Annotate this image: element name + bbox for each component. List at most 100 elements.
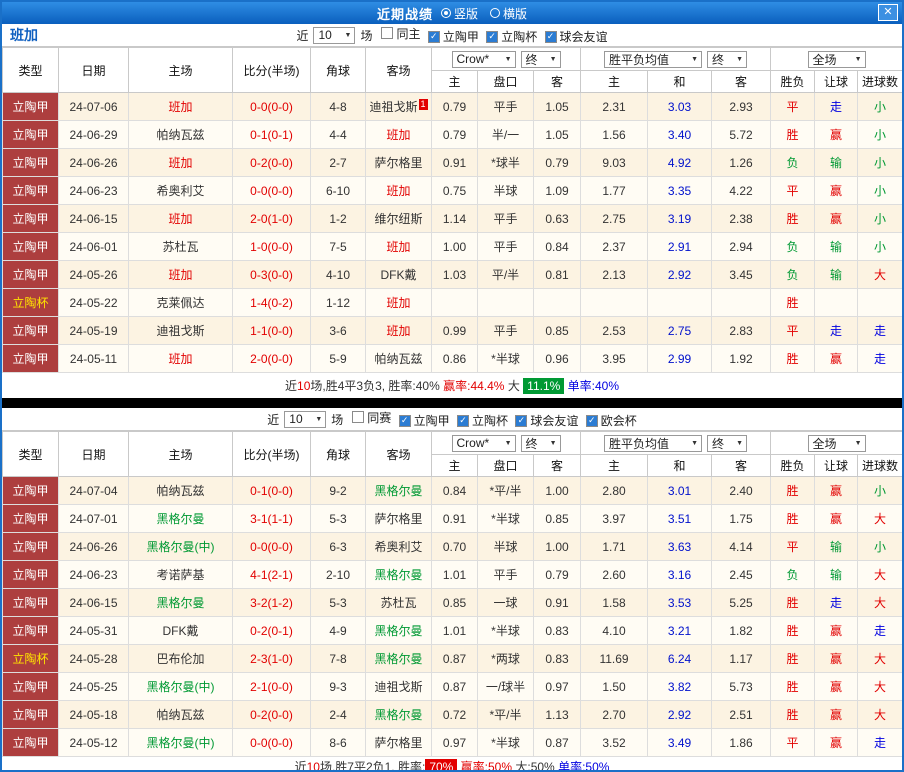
filter-checkbox[interactable]: ✓ 立陶甲 xyxy=(427,28,479,45)
league-cell: 立陶甲 xyxy=(2,92,59,121)
filter-checkbox[interactable]: ✓ 立陶杯 xyxy=(457,412,508,429)
titlebar: 近期战绩 竖版 横版 ✕ xyxy=(2,2,902,24)
avg-away-cell: 2.38 xyxy=(711,204,772,233)
odds-home-cell: 1.01 xyxy=(431,616,478,645)
result-cell: 胜 xyxy=(770,644,816,673)
match-row: 立陶甲 24-07-06 班加 0-0(0-0) 4-8 迪祖戈斯 1 0.79 … xyxy=(2,92,902,121)
avg-away-cell: 1.86 xyxy=(711,728,772,757)
avg-away-cell: 1.75 xyxy=(711,504,772,533)
corner-cell: 5-3 xyxy=(310,504,366,533)
avg-away-cell: 2.45 xyxy=(711,560,772,589)
corner-cell: 2-7 xyxy=(310,148,366,177)
checkbox-icon: ✓ xyxy=(486,30,499,43)
handicap-result-cell: 赢 xyxy=(814,476,859,505)
avg-odds-select[interactable]: 胜平负均值 ▼ xyxy=(604,434,703,452)
odds-away-cell: 0.63 xyxy=(532,204,582,233)
corner-cell: 6-3 xyxy=(310,532,366,561)
scope-select[interactable]: 全场 ▼ xyxy=(807,50,866,68)
handicap-cell: *两球 xyxy=(477,644,534,673)
avg-draw-cell: 2.92 xyxy=(647,260,713,289)
corner-cell: 6-10 xyxy=(310,176,366,205)
layout-radio-option[interactable]: 竖版 xyxy=(440,5,478,22)
goals-cell: 大 xyxy=(857,672,902,701)
odds-away-cell: 1.05 xyxy=(532,120,582,149)
avg-odds-select[interactable]: 胜平负均值 ▼ xyxy=(604,50,703,68)
odds-away-cell xyxy=(532,288,582,317)
section-divider xyxy=(2,398,902,408)
avg-final-select[interactable]: 终 ▼ xyxy=(707,50,748,68)
checkbox-icon: ✓ xyxy=(515,414,528,427)
games-label: 场 xyxy=(331,412,344,427)
date-cell: 24-05-31 xyxy=(58,616,129,645)
score-cell: 4-1(2-1) xyxy=(232,560,311,589)
league-cell: 立陶甲 xyxy=(2,672,59,701)
checkbox-icon: ✓ xyxy=(544,30,557,43)
filter-checkbox[interactable]: 同主 xyxy=(381,25,420,42)
odds-company-select[interactable]: Crow* ▼ xyxy=(451,434,516,452)
avg-draw-cell: 3.01 xyxy=(647,476,713,505)
match-row: 立陶甲 24-05-11 班加 2-0(0-0) 5-9 帕纳瓦兹 0.86 *… xyxy=(2,344,902,373)
result-cell: 胜 xyxy=(770,120,816,149)
odds-away-cell: 0.83 xyxy=(532,644,582,673)
match-row: 立陶甲 24-06-23 考诺萨基 4-1(2-1) 2-10 黑格尔曼 1.0… xyxy=(2,560,902,589)
match-row: 立陶甲 24-05-12 黑格尔曼(中) 0-0(0-0) 8-6 萨尔格里 0… xyxy=(2,728,902,757)
league-cell: 立陶甲 xyxy=(2,504,59,533)
score-cell: 2-0(0-0) xyxy=(232,344,311,373)
odds-company-select[interactable]: Crow* ▼ xyxy=(451,50,516,68)
chevron-down-icon: ▼ xyxy=(691,55,699,63)
avg-final-select[interactable]: 终 ▼ xyxy=(707,434,748,452)
layout-radio-option[interactable]: 横版 xyxy=(490,5,527,22)
match-count-select[interactable]: 10 ▼ xyxy=(313,26,356,44)
score-cell: 1-4(0-2) xyxy=(232,288,311,317)
goals-cell: 小 xyxy=(857,120,902,149)
col-header-odds-home: 主 xyxy=(431,70,478,93)
filter-checkbox[interactable]: ✓ 立陶甲 xyxy=(398,412,450,429)
avg-away-cell: 1.92 xyxy=(711,344,772,373)
handicap-cell: *半球 xyxy=(477,504,534,533)
summary-segment: 大 xyxy=(507,378,524,393)
col-header-score: 比分(半场) xyxy=(232,431,311,477)
home-team-cell: 迪祖戈斯 xyxy=(128,316,233,345)
table-header-row-1: 类型 日期 主场 比分(半场) 角球 客场 Crow* ▼ 终 ▼ 胜平负均值 … xyxy=(2,431,902,477)
goals-cell: 小 xyxy=(857,476,902,505)
filter-checkbox[interactable]: ✓ 欧会杯 xyxy=(585,412,637,429)
odds-controls: Crow* ▼ 终 ▼ xyxy=(430,47,582,71)
avg-home-cell: 2.13 xyxy=(580,260,649,289)
filter-checkbox[interactable]: ✓ 球会友谊 xyxy=(515,412,578,429)
filter-checkbox-group: 同赛 ✓ 立陶甲 ✓ 立陶杯 ✓ 球会友谊 ✓ 欧会杯 xyxy=(348,409,637,430)
filter-checkbox[interactable]: ✓ 球会友谊 xyxy=(544,28,608,45)
result-cell: 负 xyxy=(770,260,816,289)
chevron-down-icon: ▼ xyxy=(344,31,352,39)
odds-home-cell: 1.00 xyxy=(431,232,478,261)
close-button[interactable]: ✕ xyxy=(878,4,898,21)
odds-final-select[interactable]: 终 ▼ xyxy=(520,434,561,452)
home-team-cell: 帕纳瓦兹 xyxy=(128,700,233,729)
handicap-result-cell: 赢 xyxy=(814,672,859,701)
home-team-cell: 帕纳瓦兹 xyxy=(128,476,233,505)
scope-select[interactable]: 全场 ▼ xyxy=(807,434,866,452)
match-count-select[interactable]: 10 ▼ xyxy=(284,410,327,428)
odds-home-cell: 0.91 xyxy=(431,504,478,533)
section-hegelmann: 近 10 ▼ 场 同赛 ✓ 立陶甲 ✓ 立陶杯 ✓ 球会友谊 ✓ 欧会杯 类型 … xyxy=(2,408,902,770)
filter-checkbox[interactable]: ✓ 立陶杯 xyxy=(486,28,537,45)
odds-away-cell: 1.05 xyxy=(532,92,582,121)
col-header-corner: 角球 xyxy=(310,431,366,477)
away-team-cell: 萨尔格里 xyxy=(365,504,432,533)
league-cell: 立陶甲 xyxy=(2,588,59,617)
odds-away-cell: 1.13 xyxy=(532,700,582,729)
score-cell: 1-1(0-0) xyxy=(232,316,311,345)
goals-cell: 大 xyxy=(857,504,902,533)
handicap-result-cell: 赢 xyxy=(814,644,859,673)
handicap-cell: 平手 xyxy=(477,204,534,233)
away-team-cell: DFK戴 xyxy=(365,260,432,289)
recent-results-window: 近期战绩 竖版 横版 ✕ 班加 近 10 ▼ 场 同主 ✓ 立陶甲 ✓ 立陶杯 … xyxy=(0,0,904,772)
summary-segment: 70% xyxy=(425,759,458,770)
filter-checkbox[interactable]: 同赛 xyxy=(352,409,391,426)
corner-cell: 5-9 xyxy=(310,344,366,373)
avg-draw-cell: 3.51 xyxy=(647,504,713,533)
corner-cell: 4-4 xyxy=(310,120,366,149)
avg-draw-cell: 2.92 xyxy=(647,700,713,729)
col-header-odds-away: 客 xyxy=(532,70,582,93)
odds-final-select[interactable]: 终 ▼ xyxy=(520,50,561,68)
handicap-cell: *球半 xyxy=(477,148,534,177)
